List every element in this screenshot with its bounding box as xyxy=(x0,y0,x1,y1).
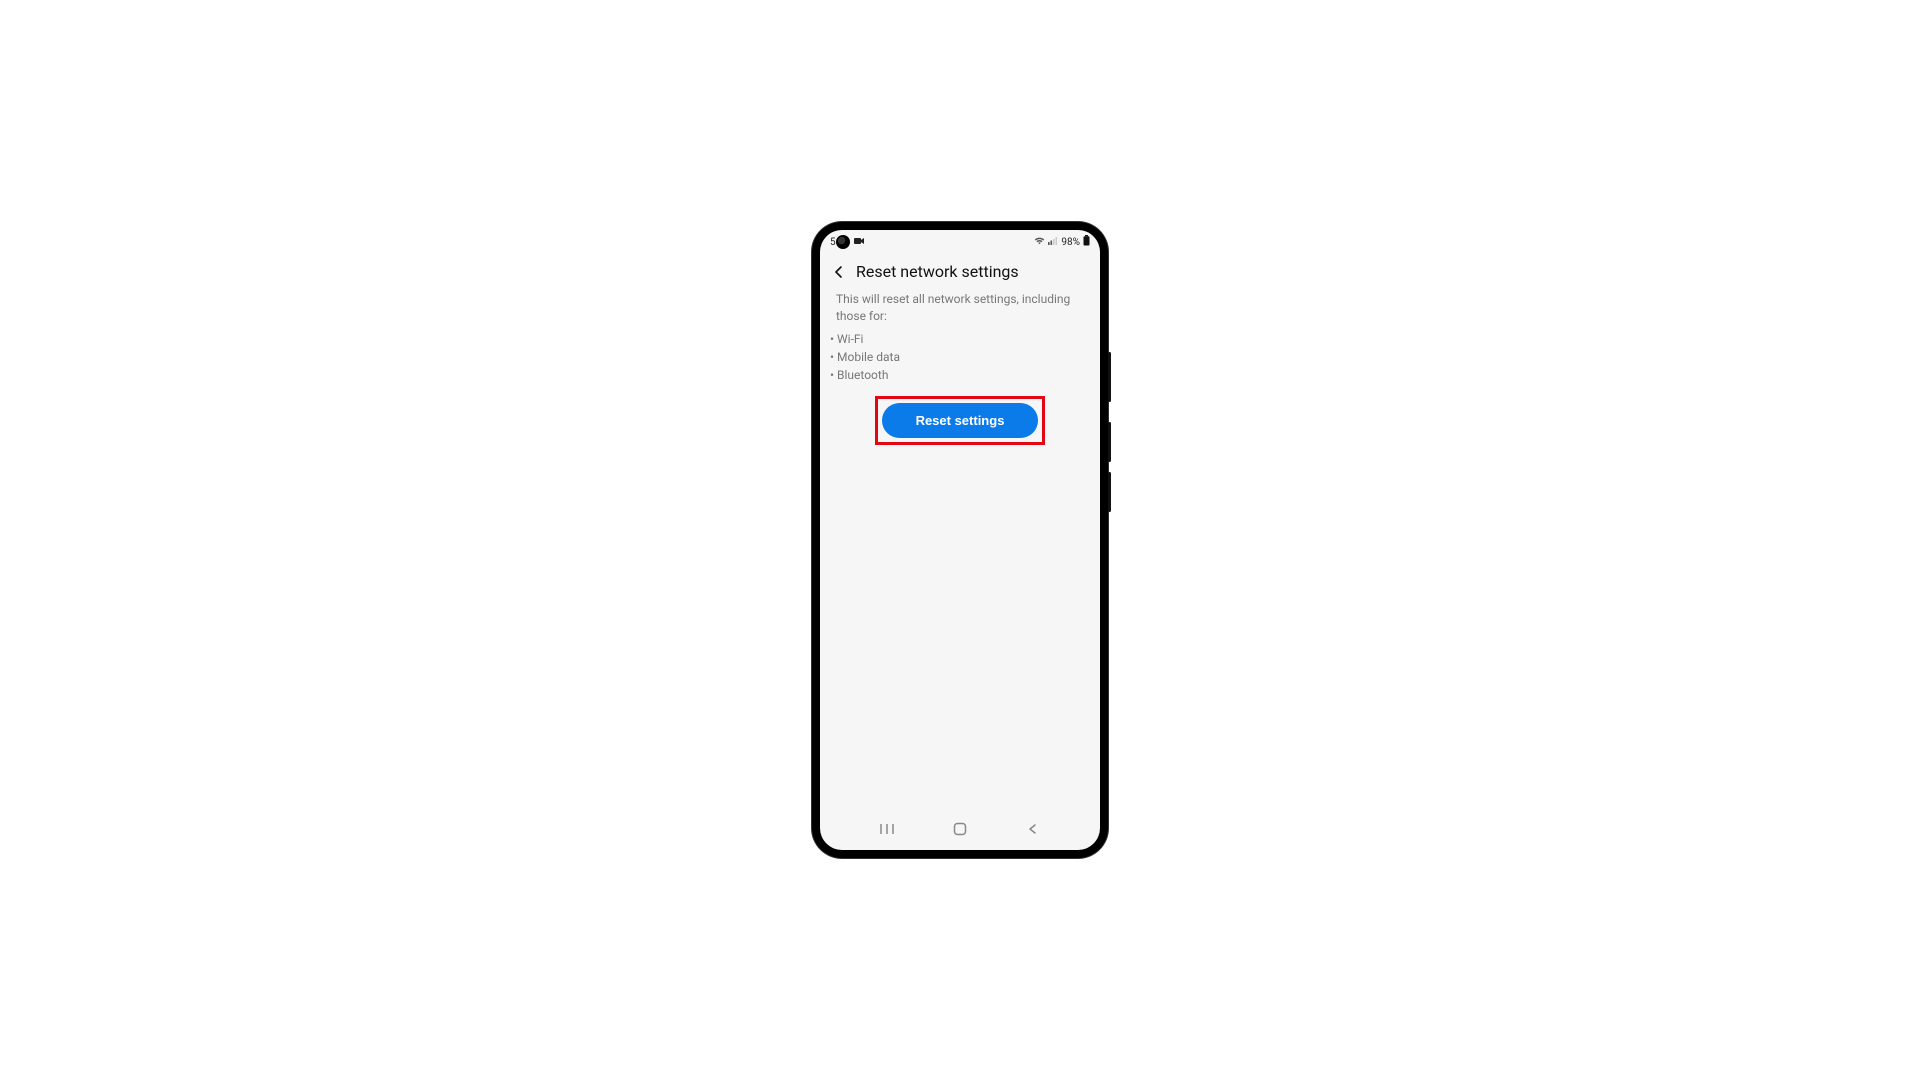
volume-down-button xyxy=(1108,472,1111,512)
highlight-box: Reset settings xyxy=(875,396,1045,445)
camera-cutout-icon xyxy=(836,235,850,249)
power-button xyxy=(1108,352,1111,402)
title-bar: Reset network settings xyxy=(820,254,1100,291)
battery-icon xyxy=(1083,235,1090,249)
bullet-list: Wi-Fi Mobile data Bluetooth xyxy=(820,326,1100,394)
bullet-item: Mobile data xyxy=(830,348,1100,366)
nav-home-button[interactable] xyxy=(948,822,972,836)
volume-up-button xyxy=(1108,422,1111,462)
status-bar: 5 98% xyxy=(820,230,1100,254)
phone-frame: 5 98% xyxy=(812,222,1108,858)
bullet-item: Bluetooth xyxy=(830,366,1100,384)
signal-icon xyxy=(1048,236,1058,248)
page-title: Reset network settings xyxy=(856,262,1019,281)
nav-back-button[interactable] xyxy=(1021,823,1045,835)
nav-recents-button[interactable] xyxy=(875,823,899,835)
battery-text: 98% xyxy=(1061,237,1080,248)
recents-icon xyxy=(879,823,895,835)
bullet-item: Wi-Fi xyxy=(830,330,1100,348)
chevron-left-icon xyxy=(832,265,846,279)
camera-icon xyxy=(854,237,865,248)
reset-settings-button[interactable]: Reset settings xyxy=(882,403,1038,438)
navigation-bar xyxy=(820,814,1100,844)
stage: 5 98% xyxy=(0,0,1920,1080)
phone-screen: 5 98% xyxy=(820,230,1100,850)
status-right: 98% xyxy=(1034,235,1090,249)
back-button[interactable] xyxy=(830,263,848,281)
intro-text: This will reset all network settings, in… xyxy=(820,291,1100,326)
home-icon xyxy=(953,822,967,836)
wifi-icon xyxy=(1034,236,1045,248)
status-left: 5 xyxy=(830,235,865,249)
clock-text: 5 xyxy=(830,237,836,248)
back-icon xyxy=(1027,823,1039,835)
